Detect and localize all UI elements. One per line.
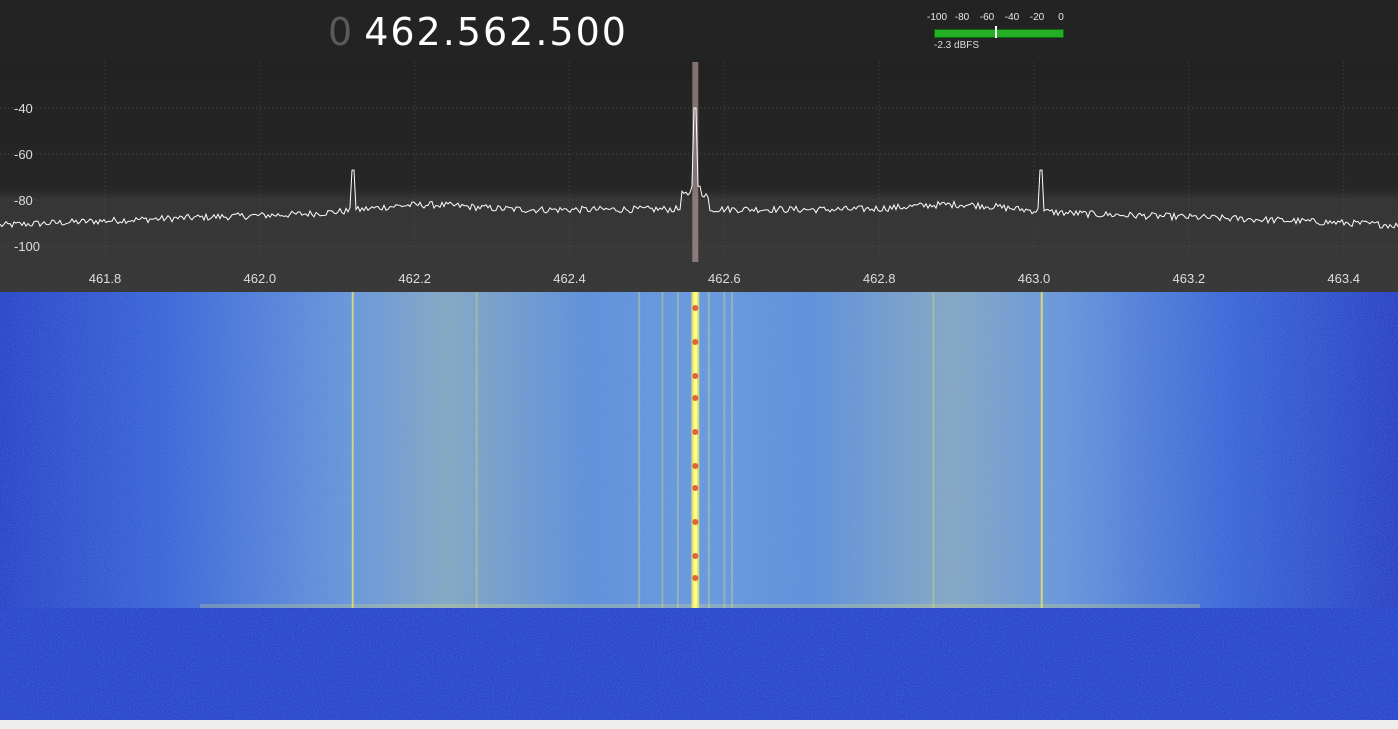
waterfall-hot-spot: [692, 553, 699, 559]
waterfall-signal-line: [475, 292, 478, 608]
frequency-value[interactable]: 462.562.500: [364, 10, 628, 54]
waterfall-signal-line: [676, 292, 679, 608]
level-scale-label: -60: [979, 12, 995, 23]
spectrum-x-label: 462.8: [863, 271, 896, 286]
waterfall-hot-spot: [692, 463, 699, 469]
waterfall-hot-spot: [692, 339, 699, 345]
waterfall-hot-spot: [692, 305, 699, 311]
waterfall-signal-line: [661, 292, 664, 608]
waterfall-signal-line: [932, 292, 935, 608]
spectrum-y-label: -40: [14, 101, 33, 116]
waterfall-hot-spot: [692, 429, 699, 435]
level-scale-label: -40: [1004, 12, 1020, 23]
level-scale-label: -20: [1029, 12, 1045, 23]
waterfall-hot-spot: [692, 373, 699, 379]
spectrum-y-label: -60: [14, 147, 33, 162]
waterfall-hot-spot: [692, 395, 699, 401]
spectrum-x-label: 463.0: [1018, 271, 1051, 286]
waterfall-display[interactable]: [0, 292, 1398, 720]
spectrum-x-label: 463.2: [1173, 271, 1206, 286]
spectrum-canvas[interactable]: -40 -60 -80 -100 461.8 462.0 462.2 462.4 462.6 46…: [0, 62, 1398, 292]
level-meter-bar: [934, 29, 1064, 38]
level-scale-label: -80: [954, 12, 970, 23]
waterfall-transition-line: [200, 604, 1200, 608]
level-readout: -2.3 dBFS: [934, 40, 980, 51]
waterfall-signal-line: [731, 292, 734, 608]
level-scale-label: -100: [926, 12, 948, 23]
frequency-prefix-digit[interactable]: 0: [328, 10, 354, 54]
waterfall-hot-spot: [692, 485, 699, 491]
waterfall-hot-spot: [692, 519, 699, 525]
level-scale-label: 0: [1058, 12, 1064, 23]
waterfall-hot-spot: [692, 575, 699, 581]
waterfall-signal-line: [351, 292, 354, 608]
waterfall-signal-line: [707, 292, 710, 608]
frequency-header: 0 462.562.500 -100 -80 -60 -40 -20 0 -2.3…: [0, 0, 1398, 62]
frequency-display[interactable]: 0 462.562.500: [328, 8, 628, 56]
bottom-border: [0, 720, 1398, 729]
spectrum-x-label: 462.6: [708, 271, 741, 286]
waterfall-signal-line: [1040, 292, 1043, 608]
signal-level-meter: -100 -80 -60 -40 -20 0 -2.3 dBFS: [926, 10, 1076, 56]
spectrum-plot[interactable]: -40 -60 -80 -100 461.8 462.0 462.2 462.4 462.6 46…: [0, 62, 1398, 292]
waterfall-signal-line: [723, 292, 726, 608]
spectrum-x-label: 461.8: [89, 271, 122, 286]
spectrum-x-label: 463.4: [1327, 271, 1360, 286]
waterfall-signal-line: [638, 292, 641, 608]
spectrum-y-label: -100: [14, 239, 40, 254]
level-meter-marker: [995, 26, 997, 38]
spectrum-x-label: 462.4: [553, 271, 586, 286]
waterfall-canvas[interactable]: [0, 292, 1398, 720]
spectrum-x-label: 462.2: [398, 271, 431, 286]
spectrum-x-label: 462.0: [244, 271, 277, 286]
spectrum-background: [0, 62, 1398, 292]
spectrum-y-label: -80: [14, 193, 33, 208]
sdr-receiver-window: 0 462.562.500 -100 -80 -60 -40 -20 0 -2.3…: [0, 0, 1398, 729]
